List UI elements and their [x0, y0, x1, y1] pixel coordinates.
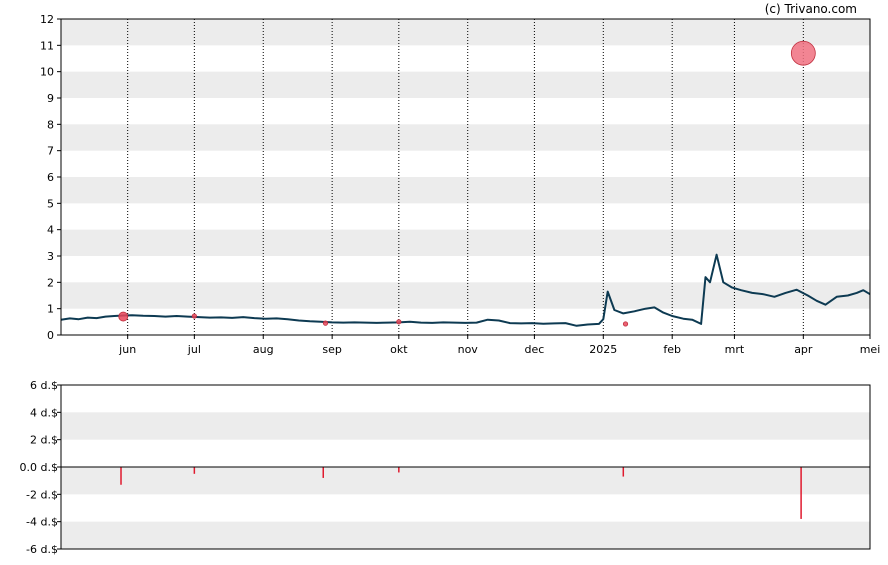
x-tick-label: aug: [253, 343, 274, 356]
x-tick-label: jun: [118, 343, 136, 356]
y-tick-label: 9: [47, 92, 54, 105]
y-tick-label: 0: [47, 329, 54, 342]
dividend-y-tick-label: -4 d.$: [26, 516, 58, 529]
x-tick-label: feb: [663, 343, 681, 356]
price-band: [61, 282, 870, 309]
y-tick-label: 1: [47, 303, 54, 316]
chart-root: 0 1 2 3 4 5 6 7 8 9 10 11 12 jun jul aug sep okt nov dec 20…: [0, 0, 888, 565]
dividend-y-tick-label: 2 d.$: [30, 434, 58, 447]
dividend-marker: [396, 319, 402, 325]
x-tick-label: sep: [322, 343, 341, 356]
x-tick-label: 2025: [589, 343, 617, 356]
y-tick-label: 3: [47, 250, 54, 263]
price-y-axis-ticks: 0123456789101112: [40, 13, 61, 342]
y-tick-label: 2: [47, 276, 54, 289]
x-tick-label: nov: [458, 343, 479, 356]
x-tick-label: jul: [187, 343, 201, 356]
y-tick-label: 12: [40, 13, 54, 26]
dividend-panel-bands: [61, 412, 870, 549]
x-tick-label: mrt: [725, 343, 745, 356]
dividend-marker: [322, 320, 329, 326]
dividend-band: [61, 467, 870, 495]
dividend-y-tick-label: 6 d.$: [30, 379, 58, 392]
x-tick-label: okt: [390, 343, 408, 356]
y-tick-label: 4: [47, 224, 54, 237]
dividend-y-tick-label: -6 d.$: [26, 543, 58, 556]
dividend-marker: [191, 313, 197, 319]
price-band: [61, 177, 870, 204]
price-x-axis-ticks: jun jul aug sep okt nov dec 2025 feb mrt apr mei: [118, 335, 880, 356]
credit-text: (c) Trivano.com: [765, 2, 857, 16]
x-tick-label: dec: [524, 343, 544, 356]
y-tick-label: 6: [47, 171, 54, 184]
y-tick-label: 11: [40, 39, 54, 52]
dividend-band: [61, 412, 870, 440]
dividend-band: [61, 521, 870, 549]
x-tick-label: mei: [860, 343, 881, 356]
price-band: [61, 229, 870, 256]
price-panel-bands: [61, 19, 870, 309]
price-band: [61, 124, 870, 151]
dividend-marker: [118, 311, 129, 322]
x-tick-label: apr: [794, 343, 813, 356]
y-tick-label: 7: [47, 145, 54, 158]
price-band: [61, 71, 870, 98]
dividend-y-tick-label: 4 d.$: [30, 406, 58, 419]
dividend-marker: [622, 321, 629, 327]
dividend-y-axis-ticks: 6 d.$ 4 d.$ 2 d.$ 0.0 d.$ -2 d.$ -4 d.$ -6 d.$: [20, 379, 61, 556]
chart-svg: 0123456789101112 jun jul aug sep okt nov dec 20…: [20, 2, 881, 556]
dividend-y-tick-label: -2 d.$: [26, 488, 58, 501]
dividend-y-tick-label: 0.0 d.$: [20, 461, 58, 474]
y-tick-label: 8: [47, 118, 54, 131]
price-band: [61, 19, 870, 46]
dividend-marker: [790, 40, 816, 66]
y-tick-label: 10: [40, 66, 54, 79]
y-tick-label: 5: [47, 197, 54, 210]
